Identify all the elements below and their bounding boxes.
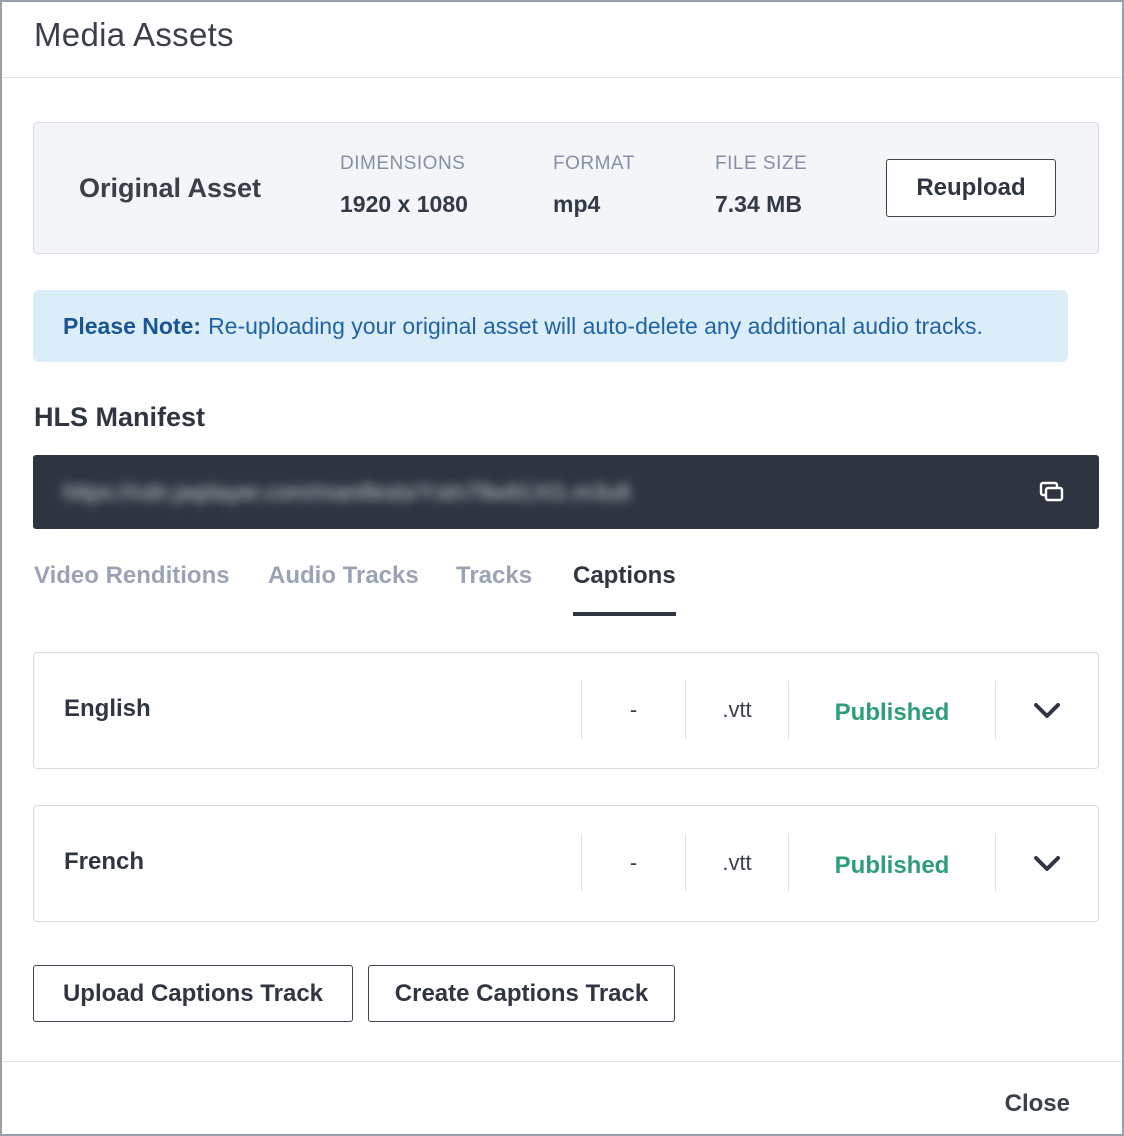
caption-status: Published	[834, 699, 950, 726]
original-asset-title: Original Asset	[79, 173, 262, 203]
tab-video-renditions[interactable]: Video Renditions	[34, 562, 230, 616]
create-captions-track-button[interactable]: Create Captions Track	[368, 965, 675, 1022]
divider	[995, 834, 996, 892]
hls-manifest-url[interactable]: https://cdn.jwplayer.com/manifests/Yxtn7…	[63, 479, 631, 506]
tab-audio-tracks[interactable]: Audio Tracks	[268, 562, 419, 616]
chevron-down-icon[interactable]	[1027, 697, 1067, 725]
caption-status: Published	[834, 852, 950, 879]
modal-header: Media Assets	[2, 2, 1122, 78]
hls-manifest-title: HLS Manifest	[34, 402, 206, 432]
dimensions-value: 1920 x 1080	[340, 191, 468, 217]
caption-language: French	[64, 848, 145, 875]
tab-tracks[interactable]: Tracks	[456, 562, 532, 616]
modal-footer: Close	[2, 1061, 1122, 1136]
caption-dash: -	[629, 697, 638, 722]
caption-extension: .vtt	[722, 850, 752, 875]
dimensions-meta: DIMENSIONS 1920 x 1080	[340, 153, 468, 218]
caption-dash: -	[629, 850, 638, 875]
note-label: Please Note:	[63, 312, 202, 339]
file-size-meta: FILE SIZE 7.34 MB	[715, 153, 807, 218]
file-size-label: FILE SIZE	[715, 153, 808, 174]
modal-title: Media Assets	[34, 16, 234, 53]
note-text: Re-uploading your original asset will au…	[208, 312, 983, 339]
close-button[interactable]: Close	[1005, 1090, 1070, 1118]
caption-extension: .vtt	[722, 697, 752, 722]
reupload-button[interactable]: Reupload	[886, 159, 1056, 217]
format-label: FORMAT	[553, 153, 635, 174]
caption-language: English	[64, 695, 151, 722]
dimensions-label: DIMENSIONS	[340, 153, 466, 174]
file-size-value: 7.34 MB	[715, 191, 802, 217]
caption-row-english: English - .vtt Published	[33, 652, 1099, 769]
divider	[995, 681, 996, 739]
format-meta: FORMAT mp4	[553, 153, 635, 218]
original-asset-card: Original Asset DIMENSIONS 1920 x 1080 FO…	[33, 122, 1099, 254]
media-assets-modal: Media Assets Original Asset DIMENSIONS 1…	[0, 0, 1124, 1136]
upload-captions-track-button[interactable]: Upload Captions Track	[33, 965, 353, 1022]
hls-manifest-field[interactable]: https://cdn.jwplayer.com/manifests/Yxtn7…	[33, 455, 1099, 529]
tab-captions[interactable]: Captions	[573, 562, 676, 616]
copy-icon[interactable]	[1039, 480, 1065, 504]
chevron-down-icon[interactable]	[1027, 850, 1067, 878]
caption-row-french: French - .vtt Published	[33, 805, 1099, 922]
format-value: mp4	[553, 191, 601, 217]
reupload-note: Please Note: Re-uploading your original …	[33, 290, 1068, 362]
